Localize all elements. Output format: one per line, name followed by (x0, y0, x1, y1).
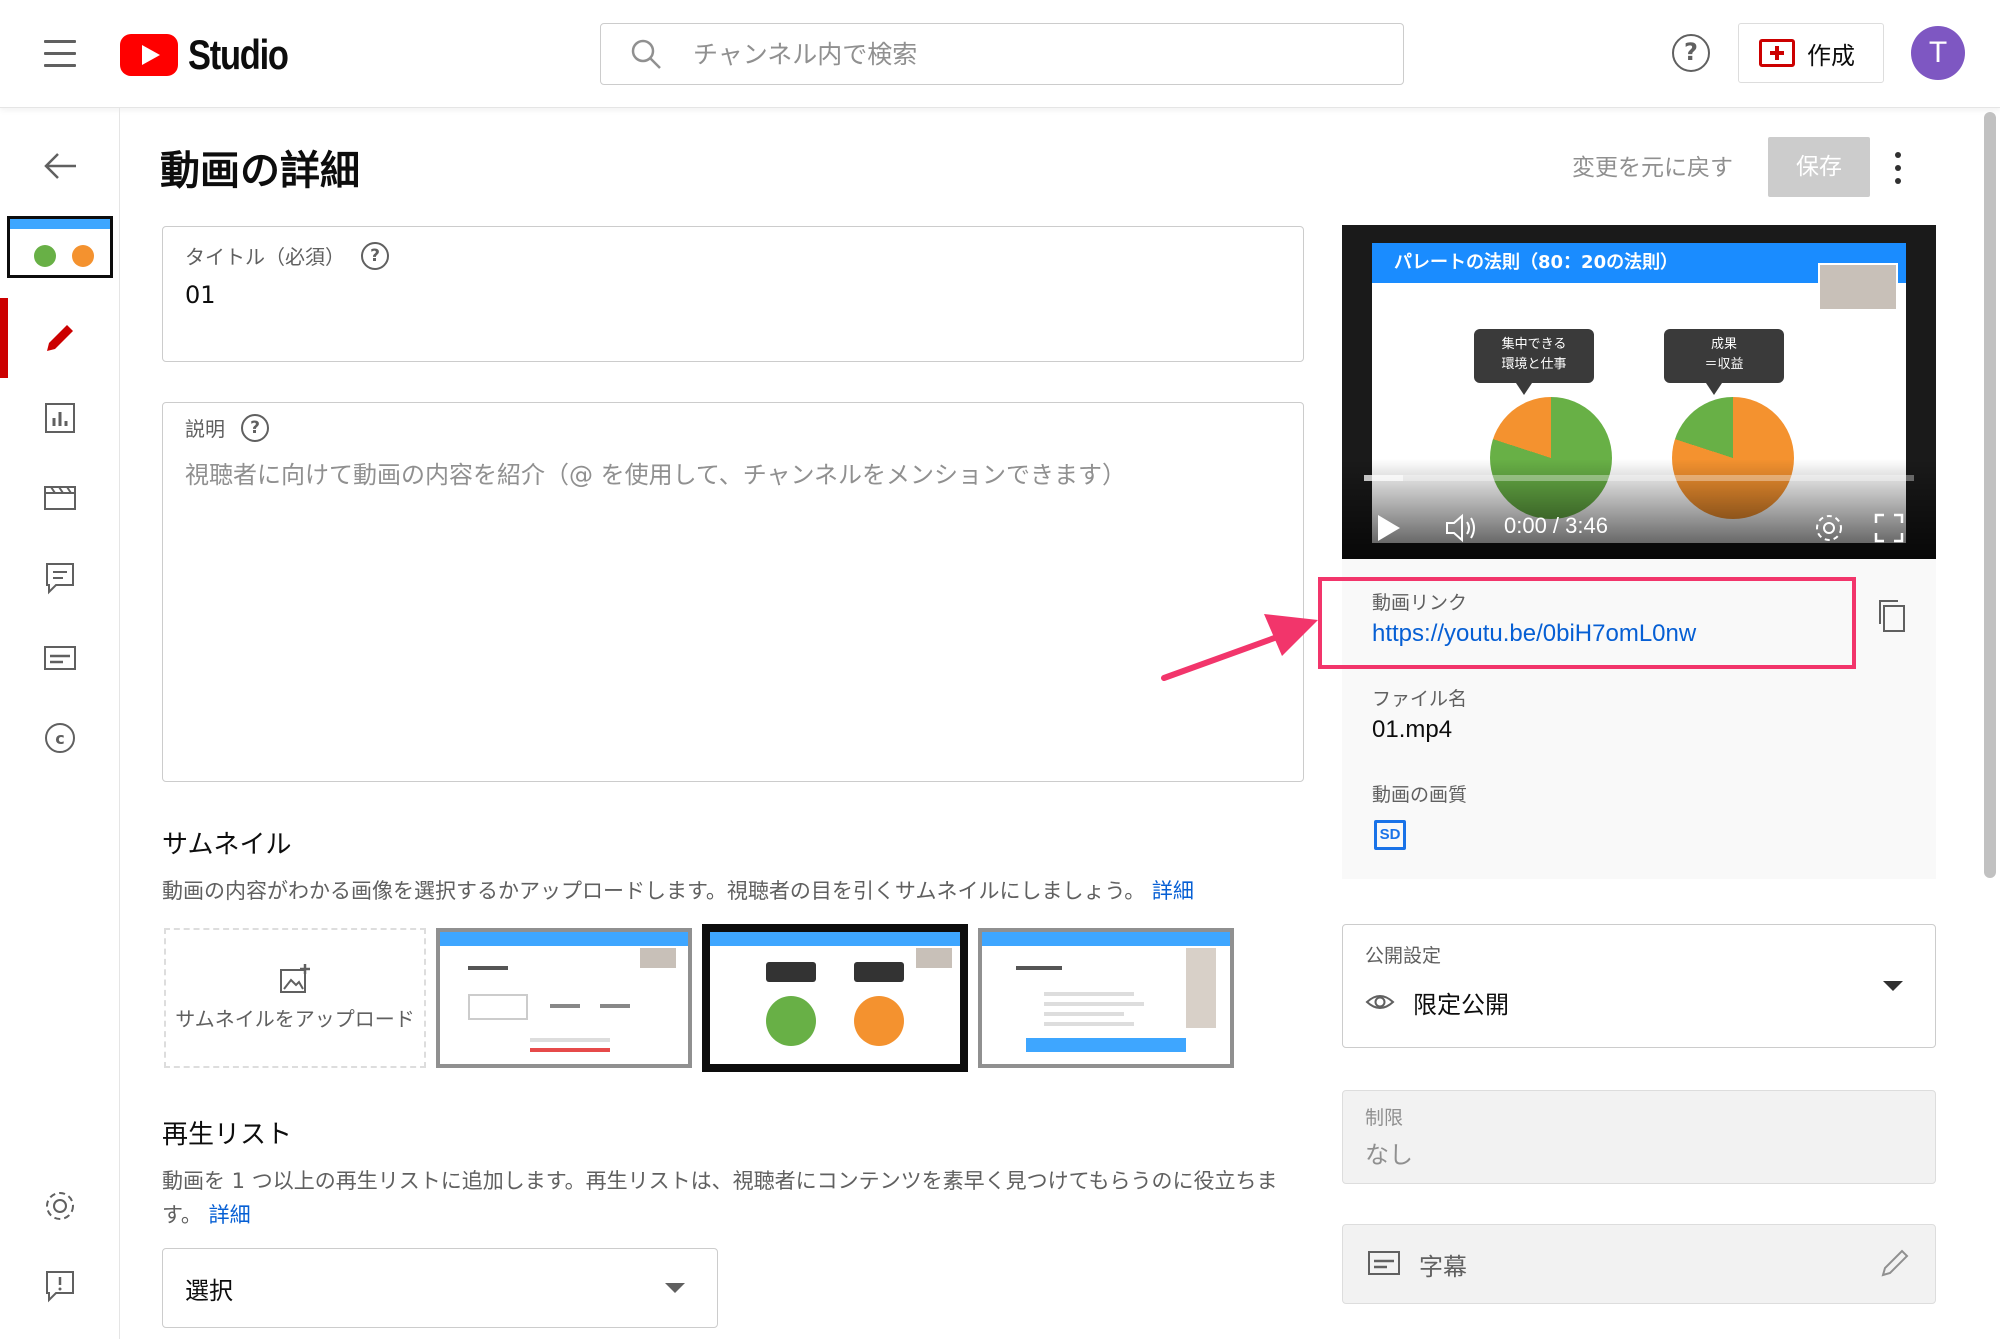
editor-icon[interactable] (40, 478, 80, 518)
image-plus-icon (280, 964, 310, 993)
pencil-icon[interactable] (1879, 1247, 1911, 1279)
fullscreen-icon[interactable] (1874, 513, 1904, 543)
sd-quality-badge: SD (1374, 820, 1406, 850)
back-icon[interactable] (40, 146, 80, 186)
video-link[interactable]: https://youtu.be/0biH7omL0nw (1372, 620, 1696, 648)
subtitles-icon (1368, 1251, 1400, 1275)
subtitles-icon[interactable] (40, 638, 80, 678)
description-input[interactable]: 視聴者に向けて動画の内容を紹介（@ を使用して、チャンネルをメンションできます） (185, 455, 1126, 490)
chevron-down-icon (1883, 981, 1903, 991)
file-name-label: ファイル名 (1372, 688, 1468, 710)
svg-text:c: c (55, 729, 64, 748)
feedback-icon[interactable] (40, 1266, 80, 1306)
create-label: 作成 (1807, 41, 1855, 70)
settings-icon[interactable] (40, 1186, 80, 1226)
description-field-label: 説明 (185, 417, 225, 441)
help-icon[interactable]: ? (1672, 34, 1710, 72)
title-field-label: タイトル（必須） (185, 245, 345, 269)
upload-thumbnail-label: サムネイルをアップロード (175, 1007, 415, 1031)
restrictions-field: 制限 なし (1342, 1090, 1936, 1184)
thumbnail-heading: サムネイル (162, 830, 292, 860)
description-field[interactable]: 説明 ? 視聴者に向けて動画の内容を紹介（@ を使用して、チャンネルをメンション… (162, 402, 1304, 782)
help-icon[interactable]: ? (361, 241, 389, 270)
video-link-label: 動画リンク (1372, 592, 1468, 614)
visibility-value: 限定公開 (1413, 991, 1509, 1019)
analytics-icon[interactable] (40, 398, 80, 438)
menu-icon[interactable] (38, 32, 82, 76)
thumbnail-option-1[interactable] (436, 928, 692, 1068)
slide-bubble-left: 集中できる 環境と仕事 (1474, 329, 1594, 395)
slide-bubble-right: 成果 ＝収益 (1664, 329, 1784, 395)
restrictions-value: なし (1365, 1141, 1413, 1169)
create-button[interactable]: 作成 (1738, 23, 1884, 83)
copyright-icon[interactable]: c (40, 718, 80, 758)
youtube-studio-logo[interactable]: Studio (120, 30, 310, 80)
thumbnail-option-3[interactable] (978, 928, 1234, 1068)
sidebar-active-indicator (0, 298, 8, 378)
copy-icon[interactable] (1876, 598, 1908, 634)
page-title: 動画の詳細 (160, 148, 360, 194)
subtitles-label: 字幕 (1419, 1253, 1467, 1281)
search-box[interactable] (600, 23, 1404, 85)
playlist-description: 動画を 1 つ以上の再生リストに追加します。再生リストは、視聴者にコンテンツを素… (162, 1169, 1278, 1227)
video-player[interactable]: パレートの法則（80：20の法則） 集中できる 環境と仕事 成果 ＝収益 0:0… (1342, 225, 1936, 559)
file-name-value: 01.mp4 (1372, 716, 1453, 743)
progress-bar[interactable] (1364, 475, 1914, 481)
title-input[interactable]: 01 (185, 281, 216, 309)
scrollbar[interactable] (1984, 112, 1996, 878)
visibility-label: 公開設定 (1365, 945, 1442, 967)
volume-icon[interactable] (1444, 511, 1480, 545)
revert-changes-button[interactable]: 変更を元に戻す (1572, 148, 1733, 182)
thumbnail-option-2[interactable] (702, 924, 968, 1072)
search-icon (631, 39, 661, 69)
edit-icon[interactable] (40, 318, 80, 358)
sidebar: c (0, 108, 120, 1339)
logo-text: Studio (188, 31, 289, 78)
create-icon (1759, 39, 1795, 67)
video-time: 0:00 / 3:46 (1504, 513, 1608, 538)
save-button[interactable]: 保存 (1768, 137, 1870, 197)
more-options-icon[interactable] (1890, 152, 1906, 184)
play-icon[interactable] (1378, 515, 1400, 541)
visibility-select[interactable]: 公開設定 限定公開 (1342, 924, 1936, 1048)
playlist-select[interactable]: 選択 (162, 1248, 718, 1328)
comments-icon[interactable] (40, 558, 80, 598)
thumbnail-description: 動画の内容がわかる画像を選択するかアップロードします。視聴者の目を引くサムネイル… (162, 879, 1194, 903)
playlist-select-label: 選択 (185, 1276, 233, 1305)
gear-icon[interactable] (1812, 511, 1846, 545)
restrictions-label: 制限 (1365, 1107, 1404, 1129)
chevron-down-icon (665, 1283, 685, 1293)
subtitles-field[interactable]: 字幕 (1342, 1224, 1936, 1304)
search-input[interactable] (693, 39, 1343, 69)
youtube-logo-icon (120, 34, 178, 76)
sidebar-video-thumbnail[interactable] (7, 216, 113, 278)
video-quality-label: 動画の画質 (1372, 784, 1468, 806)
help-icon[interactable]: ? (241, 413, 269, 442)
annotation-arrow-icon (1161, 614, 1318, 681)
thumbnail-details-link[interactable]: 詳細 (1152, 879, 1194, 903)
playlist-heading: 再生リスト (162, 1120, 293, 1150)
playlist-details-link[interactable]: 詳細 (209, 1203, 251, 1227)
presenter-video (1818, 263, 1898, 311)
upload-thumbnail-button[interactable]: サムネイルをアップロード (164, 928, 426, 1068)
eye-icon (1365, 995, 1395, 1009)
avatar[interactable]: T (1911, 26, 1965, 80)
title-field[interactable]: タイトル（必須） ? 01 (162, 226, 1304, 362)
